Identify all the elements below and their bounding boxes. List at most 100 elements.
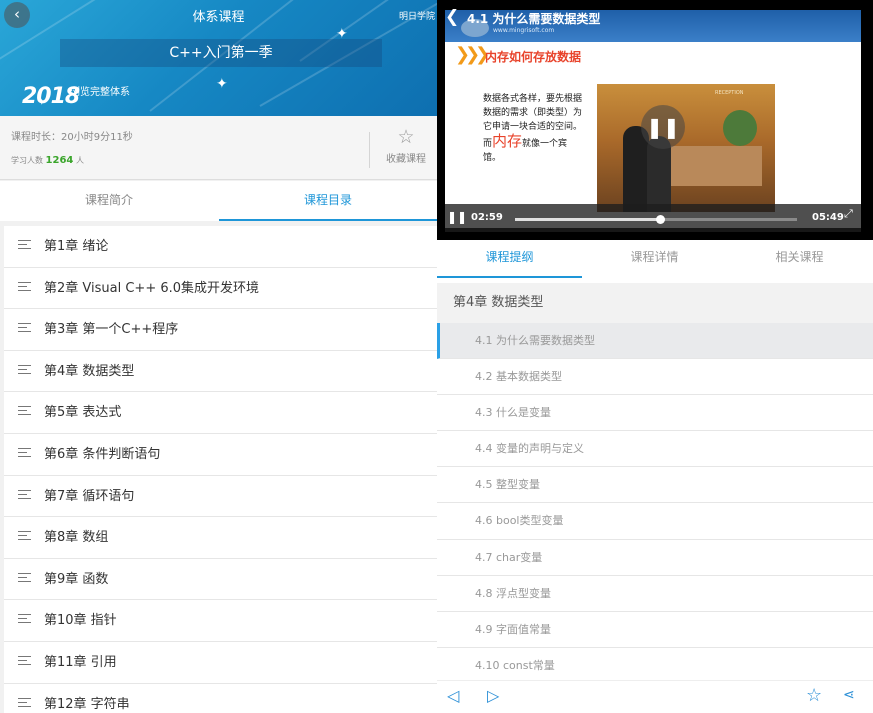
section-item[interactable]: 4.4 变量的声明与定义 <box>437 431 873 468</box>
section-item[interactable]: 4.10 const常量 <box>437 647 873 684</box>
next-triangle-icon[interactable]: ▷ <box>487 686 499 705</box>
browse-full-system-link[interactable]: 浏览完整体系 <box>70 83 130 98</box>
section-title: 4.10 const常量 <box>475 658 555 672</box>
tab-related-courses[interactable]: 相关课程 <box>727 240 872 278</box>
chapter-item[interactable]: 第5章 表达式 <box>4 392 437 434</box>
bottom-toolbar: ◁ ▷ ☆ ⋖ <box>437 680 873 713</box>
section-title: 4.2 基本数据类型 <box>475 370 562 384</box>
chapter-item[interactable]: 第11章 引用 <box>4 641 437 684</box>
video-title: 4.1 为什么需要数据类型 <box>467 12 601 26</box>
tab-course-details[interactable]: 课程详情 <box>582 240 727 278</box>
chevron-arrows-icon: ❯❯❯ <box>455 44 490 65</box>
section-item[interactable]: 4.1 为什么需要数据类型 <box>437 323 873 360</box>
section-title: 4.8 浮点型变量 <box>475 586 551 600</box>
chapter-item[interactable]: 第8章 数组 <box>4 517 437 559</box>
chapter-title: 第4章 数据类型 <box>44 363 135 379</box>
pause-icon[interactable]: ❚❚ <box>447 210 467 224</box>
chapter-item[interactable]: 第4章 数据类型 <box>4 350 437 393</box>
chapter-title: 第5章 表达式 <box>44 405 122 421</box>
chapter-title: 第12章 字符串 <box>44 696 130 712</box>
section-title: 4.5 整型变量 <box>475 478 540 492</box>
list-lines-icon <box>18 281 31 294</box>
chapter-header: 第4章 数据类型 <box>437 283 873 323</box>
video-frame: www.mingrisoft.com ❯❯❯ 内存如何存放数据 数据各式各样，要… <box>445 10 861 228</box>
school-label: 明日学院 <box>398 12 435 22</box>
progress-thumb[interactable] <box>655 215 665 224</box>
section-item[interactable]: 4.7 char变量 <box>437 539 873 576</box>
list-lines-icon <box>18 406 31 418</box>
students-label: 学习人数 <box>11 156 43 165</box>
fullscreen-icon[interactable]: ⤢ <box>844 207 853 221</box>
star-outline-icon[interactable]: ☆ <box>806 685 822 706</box>
video-player[interactable]: www.mingrisoft.com ❯❯❯ 内存如何存放数据 数据各式各样，要… <box>437 0 873 240</box>
list-lines-icon <box>18 531 31 543</box>
lesson-player-panel: www.mingrisoft.com ❯❯❯ 内存如何存放数据 数据各式各样，要… <box>437 0 873 713</box>
chapter-item[interactable]: 第7章 循环语句 <box>4 475 437 518</box>
chapter-item[interactable]: 第2章 Visual C++ 6.0集成开发环境 <box>4 267 437 310</box>
course-duration: 课程时长：20小时9分11秒 <box>11 132 133 143</box>
chapter-item[interactable]: 第6章 条件判断语句 <box>4 433 437 476</box>
tab-course-catalog[interactable]: 课程目录 <box>219 181 437 221</box>
list-lines-icon <box>18 447 31 460</box>
divider <box>369 132 370 168</box>
chapter-title: 第2章 Visual C++ 6.0集成开发环境 <box>44 280 260 296</box>
reception-sign: RECEPTION <box>715 90 744 96</box>
chapter-item[interactable]: 第9章 函数 <box>4 558 437 601</box>
list-lines-icon <box>18 655 31 668</box>
section-item[interactable]: 4.9 字面值常量 <box>437 611 873 648</box>
section-item[interactable]: 4.2 基本数据类型 <box>437 359 873 396</box>
playback-controls: ❚❚ 02:59 05:49 <box>445 204 861 232</box>
section-title: 4.4 变量的声明与定义 <box>475 442 584 456</box>
course-info: 课程时长：20小时9分11秒 学习人数 1264 人 ☆ 收藏课程 <box>0 116 437 180</box>
favorite-course-button[interactable]: ☆ 收藏课程 <box>378 124 434 174</box>
course-detail-panel: ✦ ✦ ✦ ‹ 体系课程 明日学院 C++入门第一季 2018 浏览完整体系 课… <box>0 0 437 713</box>
list-lines-icon <box>18 323 31 335</box>
chapter-title: 第9章 函数 <box>44 571 109 587</box>
section-title: 4.1 为什么需要数据类型 <box>475 334 595 347</box>
section-title: 4.6 bool类型变量 <box>475 514 564 528</box>
section-title: 4.3 什么是变量 <box>475 406 551 420</box>
chapter-title: 第3章 第一个C++程序 <box>44 322 179 338</box>
chapter-title: 第6章 条件判断语句 <box>44 446 161 462</box>
section-item[interactable]: 4.5 整型变量 <box>437 467 873 504</box>
slide-text-highlight: 内存 <box>492 132 523 150</box>
back-arrow-icon[interactable]: ❮ <box>445 8 459 26</box>
sparkle-icon: ✦ <box>216 76 228 92</box>
hotel-reception-photo: RECEPTION <box>597 84 775 212</box>
progress-fill <box>515 218 660 221</box>
tab-course-outline[interactable]: 课程提纲 <box>437 240 582 278</box>
section-item[interactable]: 4.3 什么是变量 <box>437 395 873 432</box>
star-outline-icon: ☆ <box>397 126 415 148</box>
chapter-title: 第10章 指针 <box>44 613 117 629</box>
section-title: 4.9 字面值常量 <box>475 622 551 636</box>
header-title: 体系课程 <box>192 10 245 25</box>
slide-site-url: www.mingrisoft.com <box>493 27 555 34</box>
pause-overlay-button[interactable]: ❚❚ <box>641 105 685 149</box>
chapter-item[interactable]: 第10章 指针 <box>4 600 437 642</box>
student-count: 学习人数 1264 人 <box>11 155 84 166</box>
list-lines-icon <box>18 364 31 377</box>
current-time: 02:59 <box>471 212 503 223</box>
share-icon[interactable]: ⋖ <box>843 687 855 703</box>
list-lines-icon <box>18 614 31 626</box>
chapter-item[interactable]: 第1章 绪论 <box>4 226 437 268</box>
list-lines-icon <box>18 697 31 710</box>
students-count: 1264 <box>45 155 74 166</box>
total-time: 05:49 <box>812 212 844 223</box>
prev-triangle-icon[interactable]: ◁ <box>447 686 459 705</box>
list-lines-icon <box>18 240 31 252</box>
list-lines-icon <box>18 489 31 502</box>
slide-heading: 内存如何存放数据 <box>485 50 582 64</box>
section-item[interactable]: 4.8 浮点型变量 <box>437 575 873 612</box>
chapter-item[interactable]: 第12章 字符串 <box>4 683 437 713</box>
progress-slider[interactable] <box>515 215 797 224</box>
chapter-list: 第1章 绪论第2章 Visual C++ 6.0集成开发环境 第3章 第一个C++… <box>4 226 437 713</box>
section-item[interactable]: 4.6 bool类型变量 <box>437 503 873 540</box>
course-tabs: 课程简介 课程目录 <box>0 181 437 221</box>
chapter-item[interactable]: 第3章 第一个C++程序 <box>4 309 437 351</box>
list-lines-icon <box>18 572 31 585</box>
students-unit: 人 <box>75 156 84 165</box>
slide-body-text: 数据各式各样，要先根据数据的需求（即类型）为它申请一块合适的空间。而内存就像一个… <box>483 92 583 165</box>
tab-course-intro[interactable]: 课程简介 <box>0 181 218 221</box>
lesson-tabs: 课程提纲 课程详情 相关课程 <box>437 240 873 278</box>
